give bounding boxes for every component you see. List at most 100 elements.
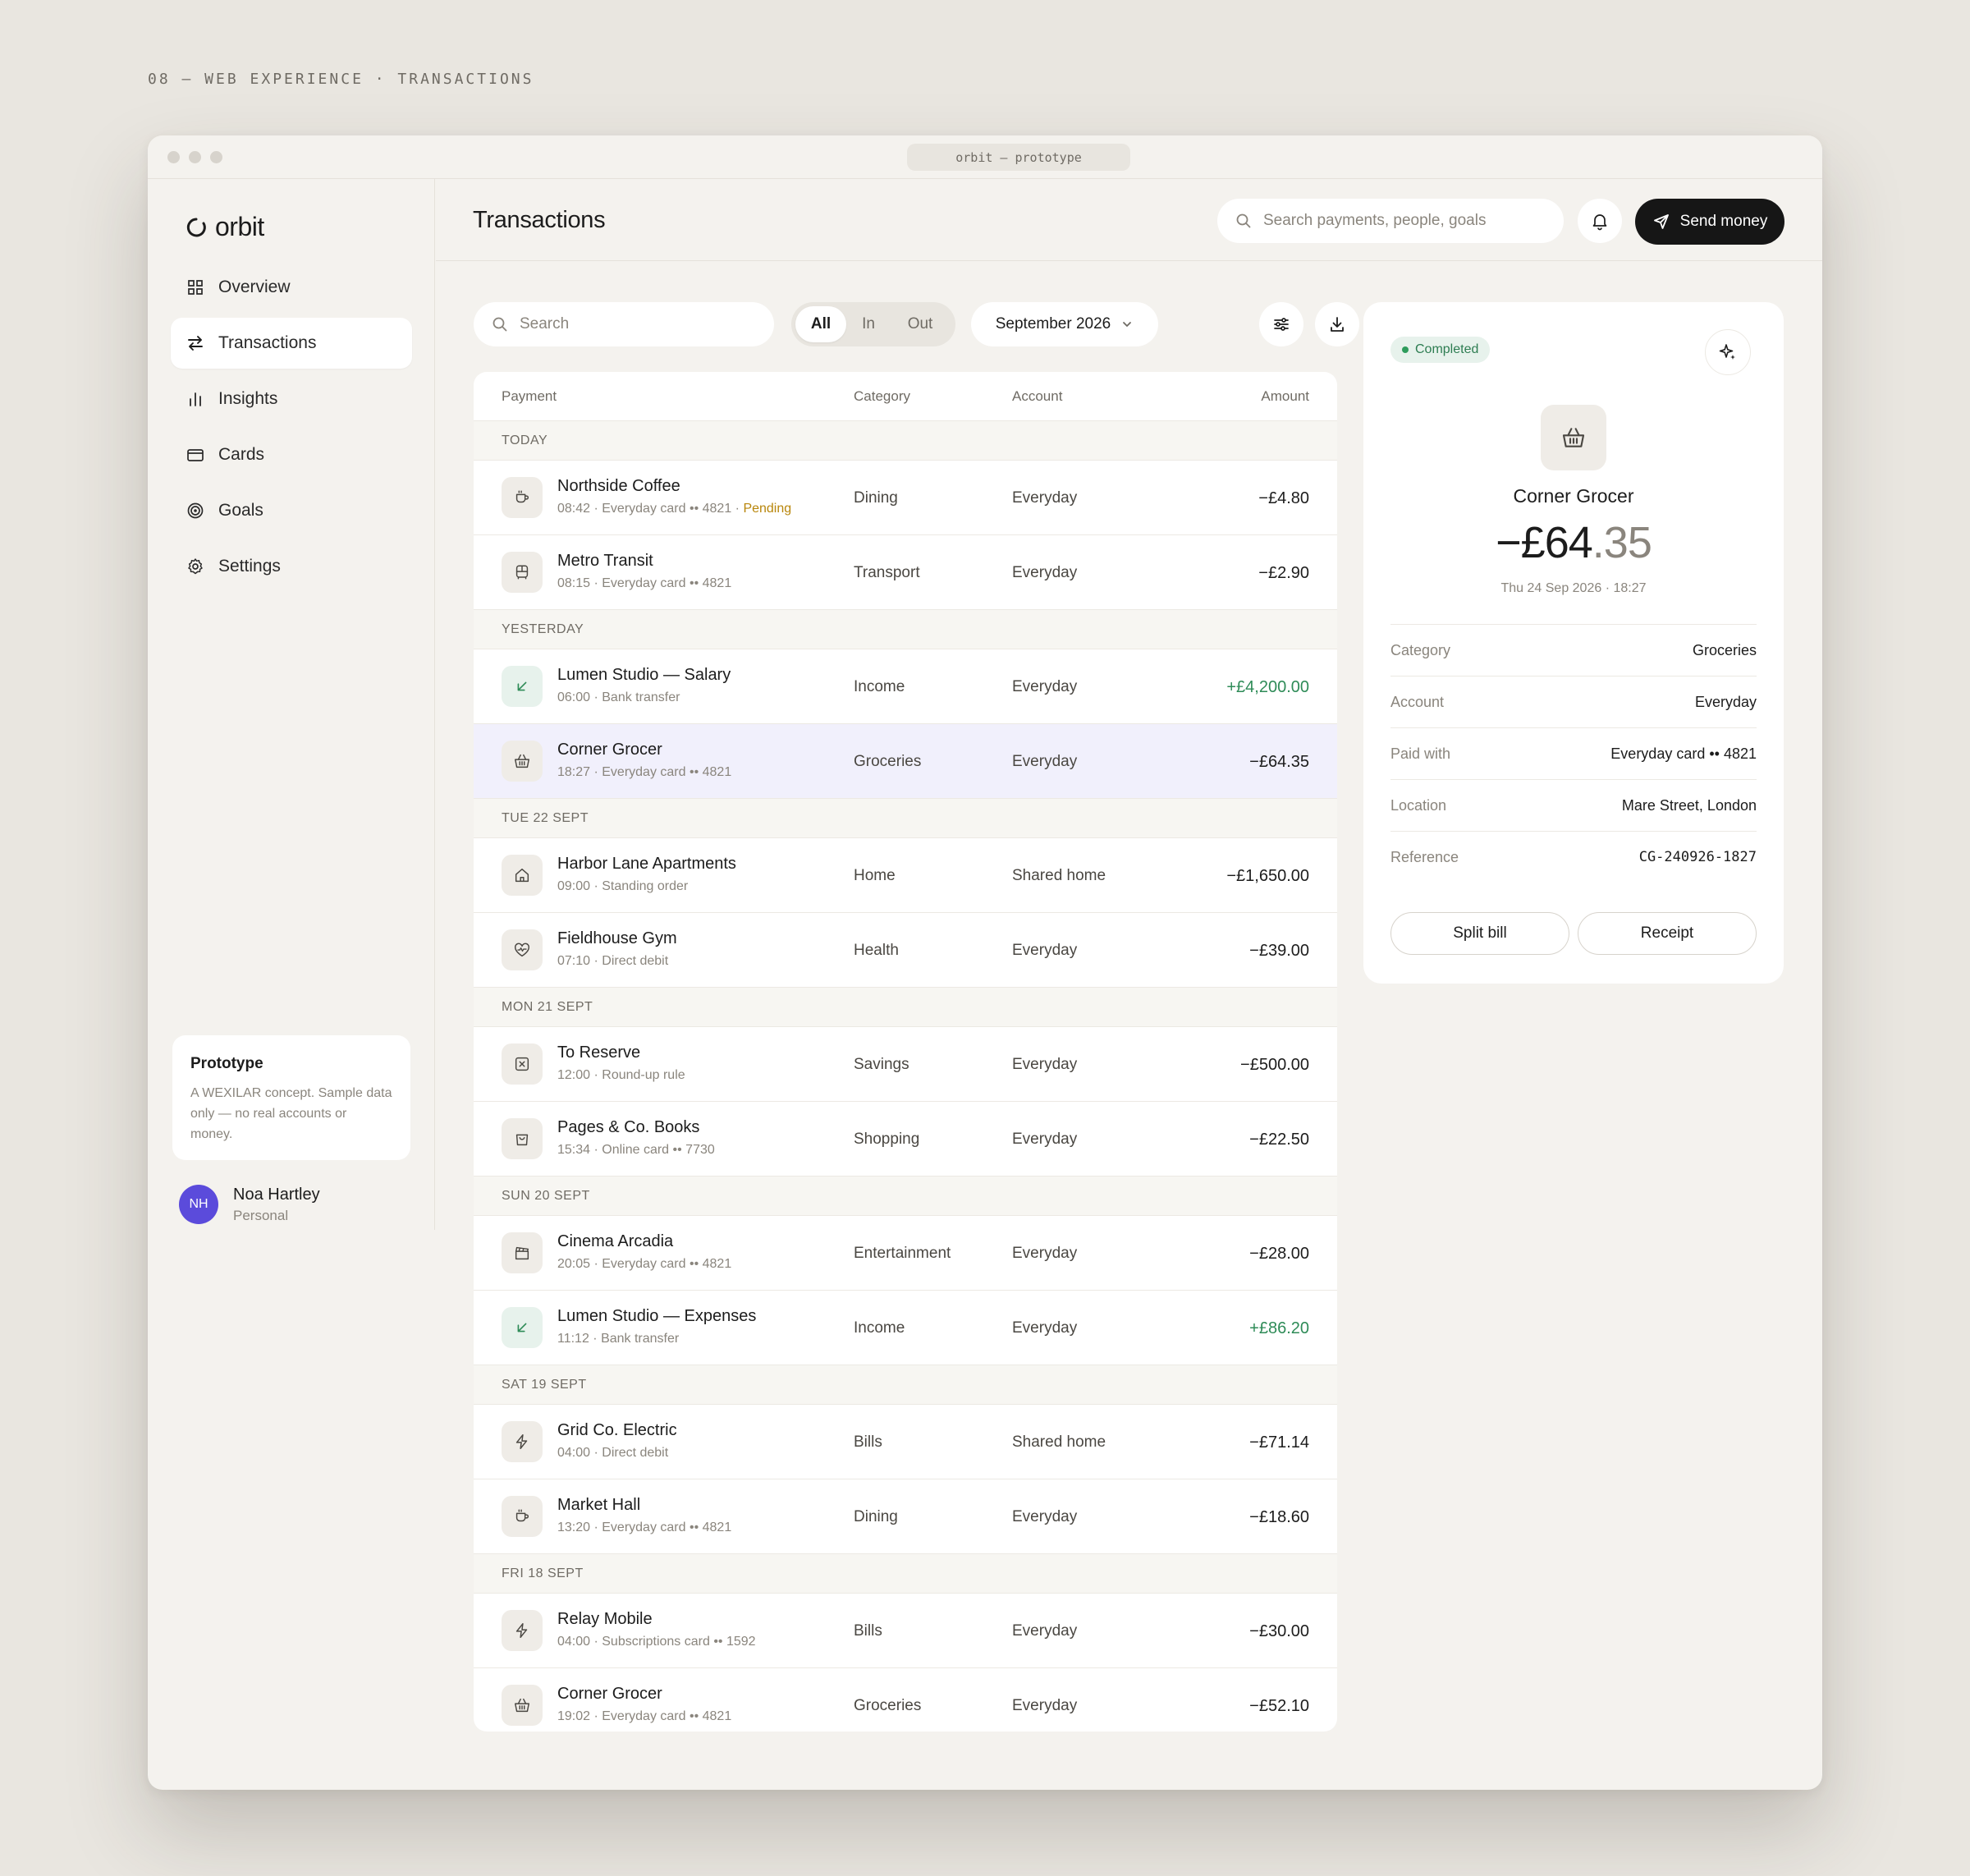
month-select[interactable]: September 2026: [971, 302, 1158, 346]
column-header-amount[interactable]: Amount: [1261, 388, 1309, 405]
basket-icon: [1562, 428, 1585, 447]
window-maximize-dot[interactable]: [210, 151, 222, 163]
detail-merchant-name: Corner Grocer: [1513, 485, 1634, 507]
sidebar-item-insights[interactable]: Insights: [171, 374, 412, 424]
app-window: orbit — prototype orbit Overview Transact…: [148, 135, 1822, 1790]
send-money-button[interactable]: Send money: [1635, 199, 1784, 245]
transaction-icon: [502, 1043, 543, 1085]
avatar: NH: [179, 1185, 218, 1224]
bar-chart-icon: [190, 392, 201, 406]
transaction-row[interactable]: Northside Coffee 08:42 · Everyday card ••…: [474, 461, 1337, 535]
sidebar-item-label: Goals: [218, 501, 263, 520]
filter-in-button[interactable]: In: [846, 306, 891, 342]
month-select-value: September 2026: [995, 315, 1111, 333]
sidebar-item-settings[interactable]: Settings: [171, 541, 412, 592]
detail-field-value: Groceries: [1692, 641, 1757, 658]
transaction-account: Shared home: [1012, 867, 1106, 884]
transaction-row[interactable]: Corner Grocer 19:02 · Everyday card •• 48…: [474, 1668, 1337, 1732]
transaction-icon: [502, 1118, 543, 1159]
transaction-name: Lumen Studio — Salary: [557, 666, 731, 684]
transaction-meta-text: 12:00 · Round-up rule: [557, 1068, 685, 1082]
transaction-row[interactable]: Pages & Co. Books 15:34 · Online card •• …: [474, 1102, 1337, 1177]
column-header-category[interactable]: Category: [854, 388, 910, 405]
detail-field-value: Mare Street, London: [1621, 796, 1757, 814]
column-header-account[interactable]: Account: [1012, 388, 1062, 405]
table-header: Payment Category Account Amount: [474, 372, 1337, 421]
filter-out-button[interactable]: Out: [891, 306, 950, 342]
transaction-amount: −£500.00: [1240, 1056, 1309, 1074]
lightning-icon: [515, 1623, 528, 1638]
column-header-payment[interactable]: Payment: [502, 388, 557, 405]
basket-icon: [515, 1698, 529, 1713]
window-minimize-dot[interactable]: [189, 151, 201, 163]
transaction-row[interactable]: Lumen Studio — Expenses 11:12 · Bank tran…: [474, 1291, 1337, 1365]
transaction-icon: [502, 1610, 543, 1651]
sidebar-item-cards[interactable]: Cards: [171, 429, 412, 480]
ai-assist-button[interactable]: [1705, 329, 1751, 375]
transaction-icon: [502, 1232, 543, 1273]
transaction-name: Corner Grocer: [557, 1685, 662, 1703]
transaction-row[interactable]: Grid Co. Electric 04:00 · Direct debit Bil…: [474, 1405, 1337, 1479]
detail-field-key: Reference: [1390, 848, 1459, 865]
sidebar-item-overview[interactable]: Overview: [171, 262, 412, 313]
detail-field-reference: Reference CG-240926-1827: [1390, 831, 1757, 883]
transaction-meta: 04:00 · Subscriptions card •• 1592: [557, 1635, 756, 1649]
transaction-row[interactable]: Relay Mobile 04:00 · Subscriptions card •…: [474, 1594, 1337, 1668]
date-group-header: TUE 22 SEPT: [474, 799, 1337, 838]
brand-logo[interactable]: orbit: [186, 212, 264, 242]
global-search-input[interactable]: Search payments, people, goals: [1217, 199, 1564, 243]
transaction-meta-text: 11:12 · Bank transfer: [557, 1332, 680, 1346]
transaction-meta-text: 04:00 · Subscriptions card •• 1592: [557, 1635, 756, 1649]
transactions-search-input[interactable]: Search: [474, 302, 774, 346]
filter-settings-button[interactable]: [1259, 302, 1303, 346]
transaction-account: Everyday: [1012, 678, 1078, 695]
transaction-account: Everyday: [1012, 489, 1078, 507]
sidebar-item-goals[interactable]: Goals: [171, 485, 412, 536]
transaction-icon: [502, 477, 543, 518]
window-close-dot[interactable]: [167, 151, 180, 163]
notifications-button[interactable]: [1578, 199, 1622, 243]
search-icon: [1236, 213, 1251, 228]
transaction-name: Market Hall: [557, 1496, 641, 1514]
house-icon: [515, 868, 529, 883]
transaction-amount: −£4.80: [1258, 489, 1309, 507]
transaction-meta: 09:00 · Standing order: [557, 879, 688, 894]
detail-field-paid-with: Paid with Everyday card •• 4821: [1390, 727, 1757, 779]
date-group-header: TODAY: [474, 421, 1337, 461]
transaction-row[interactable]: Cinema Arcadia 20:05 · Everyday card •• 4…: [474, 1216, 1337, 1291]
transaction-row[interactable]: Metro Transit 08:15 · Everyday card •• 48…: [474, 535, 1337, 610]
transaction-amount: −£64.35: [1249, 753, 1309, 771]
transaction-row[interactable]: Harbor Lane Apartments 09:00 · Standing o…: [474, 838, 1337, 913]
detail-field-value: CG-240926-1827: [1638, 849, 1757, 865]
sidebar-item-label: Transactions: [218, 333, 317, 352]
target-icon: [187, 502, 204, 519]
filter-all-button[interactable]: All: [795, 306, 846, 342]
detail-field-account: Account Everyday: [1390, 676, 1757, 727]
transaction-icon: [502, 1685, 543, 1726]
prototype-card: Prototype A WEXILAR concept. Sample data…: [172, 1035, 410, 1160]
sidebar-item-label: Cards: [218, 445, 265, 464]
transaction-row[interactable]: Fieldhouse Gym 07:10 · Direct debit Health…: [474, 913, 1337, 988]
sidebar-item-transactions[interactable]: Transactions: [171, 318, 412, 369]
orbit-logo-icon: [186, 218, 206, 236]
transaction-meta: 13:20 · Everyday card •• 4821: [557, 1521, 731, 1535]
transaction-row[interactable]: To Reserve 12:00 · Round-up rule Savings Ev…: [474, 1027, 1337, 1102]
transaction-icon: [502, 929, 543, 970]
transaction-row[interactable]: Corner Grocer 18:27 · Everyday card •• 48…: [474, 724, 1337, 799]
transaction-meta: 12:00 · Round-up rule: [557, 1068, 685, 1083]
address-bar[interactable]: orbit — prototype: [907, 144, 1130, 171]
download-button[interactable]: [1315, 302, 1359, 346]
heart-pulse-icon: [515, 943, 529, 957]
main-content: Transactions Search payments, people, go…: [436, 179, 1822, 1790]
transaction-account: Everyday: [1012, 753, 1078, 770]
transaction-row[interactable]: Lumen Studio — Salary 06:00 · Bank transf…: [474, 649, 1337, 724]
receipt-button[interactable]: Receipt: [1578, 912, 1757, 955]
transaction-meta: 19:02 · Everyday card •• 4821: [557, 1709, 731, 1724]
transaction-row[interactable]: Market Hall 13:20 · Everyday card •• 4821…: [474, 1479, 1337, 1554]
user-profile[interactable]: NH Noa Hartley Personal: [179, 1185, 320, 1224]
transaction-meta: 08:42 · Everyday card •• 4821 · Pending: [557, 502, 791, 516]
sparkle-icon: [1719, 344, 1735, 360]
global-search-placeholder: Search payments, people, goals: [1263, 212, 1487, 229]
status-dot: [1402, 346, 1409, 353]
split-bill-button[interactable]: Split bill: [1390, 912, 1569, 955]
